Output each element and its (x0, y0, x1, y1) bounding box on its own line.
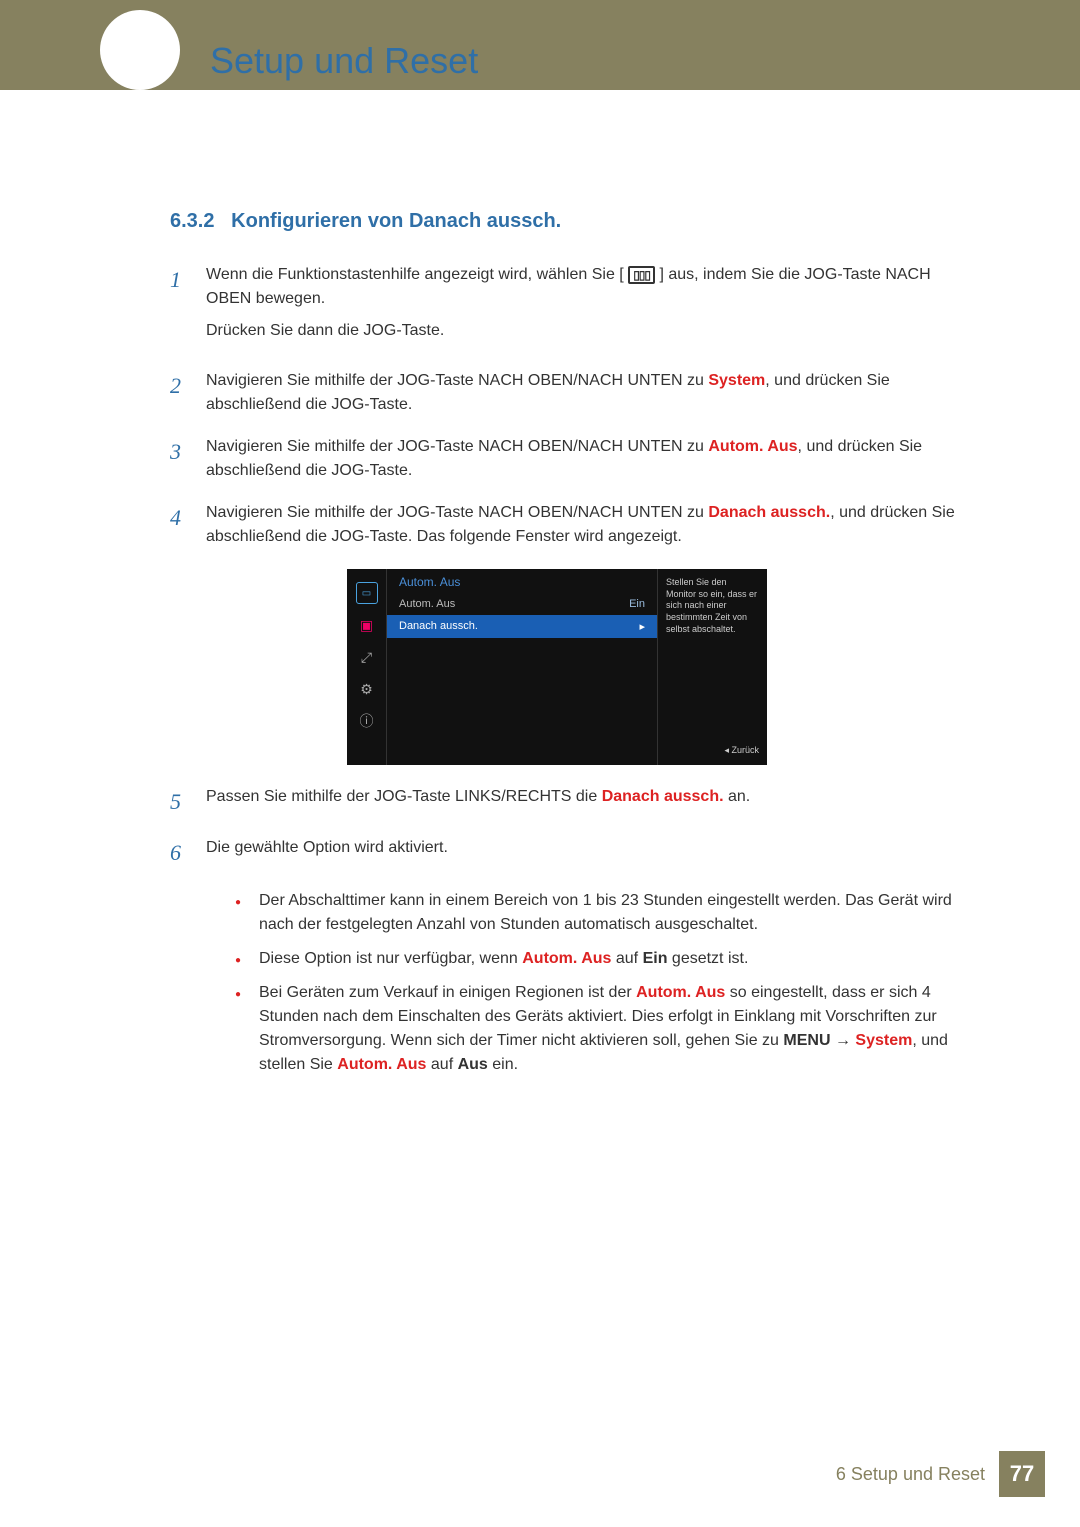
osd-row-value: Ein (629, 598, 645, 610)
section-number: 6.3.2 (170, 210, 214, 232)
highlight: Danach aussch. (602, 788, 724, 805)
size-icon: ⤢ (356, 646, 378, 668)
note-text: Diese Option ist nur verfügbar, wenn Aut… (259, 947, 980, 971)
note-text: Bei Geräten zum Verkauf in einigen Regio… (259, 981, 980, 1077)
content-area: 6.3.2 Konfigurieren von Danach aussch. 1… (0, 90, 1080, 1077)
highlight: Autom. Aus (708, 438, 797, 455)
step-1: 1 Wenn die Funktionstastenhilfe angezeig… (170, 263, 980, 351)
text: Passen Sie mithilfe der JOG-Taste LINKS/… (206, 788, 602, 805)
text: Navigieren Sie mithilfe der JOG-Taste NA… (206, 438, 708, 455)
text: Wenn die Funktionstastenhilfe angezeigt … (206, 266, 624, 283)
chevron-right-icon (639, 620, 645, 633)
step-5: 5 Passen Sie mithilfe der JOG-Taste LINK… (170, 785, 980, 818)
text: gesetzt ist. (667, 950, 748, 967)
step-text: Passen Sie mithilfe der JOG-Taste LINKS/… (206, 785, 980, 818)
step-number: 4 (170, 501, 206, 549)
text: Stellen Sie den Monitor so ein, dass er … (666, 577, 759, 635)
step-3: 3 Navigieren Sie mithilfe der JOG-Taste … (170, 435, 980, 483)
osd-row-label: Danach aussch. (399, 620, 478, 633)
osd-body (387, 638, 657, 765)
osd-menu: ▭ ▣ ⤢ ⚙ ⓘ Autom. Aus Autom. Aus Ein Dana… (347, 569, 767, 765)
menu-icon: ▯▯▯ (628, 266, 655, 284)
settings-icon: ⚙ (356, 678, 378, 700)
step-text: Wenn die Funktionstastenhilfe angezeigt … (206, 263, 980, 351)
bullet-icon: ● (235, 981, 259, 1077)
note-text: Der Abschalttimer kann in einem Bereich … (259, 889, 980, 937)
osd-title: Autom. Aus (387, 569, 657, 593)
bold-text: MENU (783, 1032, 830, 1049)
osd-row-autom-aus: Autom. Aus Ein (387, 593, 657, 615)
text: Diese Option ist nur verfügbar, wenn (259, 950, 522, 967)
highlight: System (708, 372, 765, 389)
section-heading: 6.3.2 Konfigurieren von Danach aussch. (170, 210, 980, 233)
highlight: Autom. Aus (337, 1056, 426, 1073)
osd-back: ◂ Zurück (666, 745, 759, 757)
text: Navigieren Sie mithilfe der JOG-Taste NA… (206, 504, 708, 521)
info-icon: ⓘ (356, 710, 378, 732)
bold-text: Ein (643, 950, 668, 967)
bullet-icon: ● (235, 947, 259, 971)
step-text: Navigieren Sie mithilfe der JOG-Taste NA… (206, 435, 980, 483)
osd-main: Autom. Aus Autom. Aus Ein Danach aussch. (387, 569, 657, 765)
step-4: 4 Navigieren Sie mithilfe der JOG-Taste … (170, 501, 980, 549)
osd-row-label: Autom. Aus (399, 598, 455, 610)
step-number: 1 (170, 263, 206, 351)
highlight: Autom. Aus (636, 984, 725, 1001)
osd-sidebar: ▭ ▣ ⤢ ⚙ ⓘ (347, 569, 387, 765)
text: Navigieren Sie mithilfe der JOG-Taste NA… (206, 372, 708, 389)
text: Bei Geräten zum Verkauf in einigen Regio… (259, 984, 636, 1001)
chapter-badge (100, 10, 180, 90)
highlight: Danach aussch. (708, 504, 830, 521)
note-item: ● Bei Geräten zum Verkauf in einigen Reg… (235, 981, 980, 1077)
step-number: 2 (170, 369, 206, 417)
highlight: Autom. Aus (522, 950, 611, 967)
text: ein. (488, 1056, 518, 1073)
picture2-icon: ▣ (356, 614, 378, 636)
step-text: Navigieren Sie mithilfe der JOG-Taste NA… (206, 501, 980, 549)
bold-text: Aus (458, 1056, 488, 1073)
text: an. (724, 788, 751, 805)
chapter-title: Setup und Reset (210, 40, 478, 82)
osd-description: Stellen Sie den Monitor so ein, dass er … (657, 569, 767, 765)
page-footer: 6 Setup und Reset 77 (0, 1451, 1045, 1497)
section-title: Konfigurieren von Danach aussch. (231, 210, 561, 232)
text: auf (426, 1056, 457, 1073)
step-text: Navigieren Sie mithilfe der JOG-Taste NA… (206, 369, 980, 417)
highlight: System (855, 1032, 912, 1049)
page-header: Setup und Reset (0, 0, 1080, 90)
step-number: 3 (170, 435, 206, 483)
arrow-icon: → (831, 1032, 856, 1049)
picture-icon: ▭ (356, 582, 378, 604)
note-item: ● Diese Option ist nur verfügbar, wenn A… (235, 947, 980, 971)
step-text: Die gewählte Option wird aktiviert. (206, 836, 980, 869)
step-2: 2 Navigieren Sie mithilfe der JOG-Taste … (170, 369, 980, 417)
osd-row-danach-aussch: Danach aussch. (387, 615, 657, 638)
osd-figure: ▭ ▣ ⤢ ⚙ ⓘ Autom. Aus Autom. Aus Ein Dana… (134, 569, 980, 765)
text: Drücken Sie dann die JOG-Taste. (206, 319, 980, 343)
step-number: 6 (170, 836, 206, 869)
bullet-icon: ● (235, 889, 259, 937)
note-item: ● Der Abschalttimer kann in einem Bereic… (235, 889, 980, 937)
text: auf (611, 950, 642, 967)
text: Die gewählte Option wird aktiviert. (206, 839, 448, 856)
notes-list: ● Der Abschalttimer kann in einem Bereic… (235, 889, 980, 1077)
footer-text: 6 Setup und Reset (836, 1464, 985, 1485)
step-number: 5 (170, 785, 206, 818)
page-number: 77 (999, 1451, 1045, 1497)
step-6: 6 Die gewählte Option wird aktiviert. (170, 836, 980, 869)
